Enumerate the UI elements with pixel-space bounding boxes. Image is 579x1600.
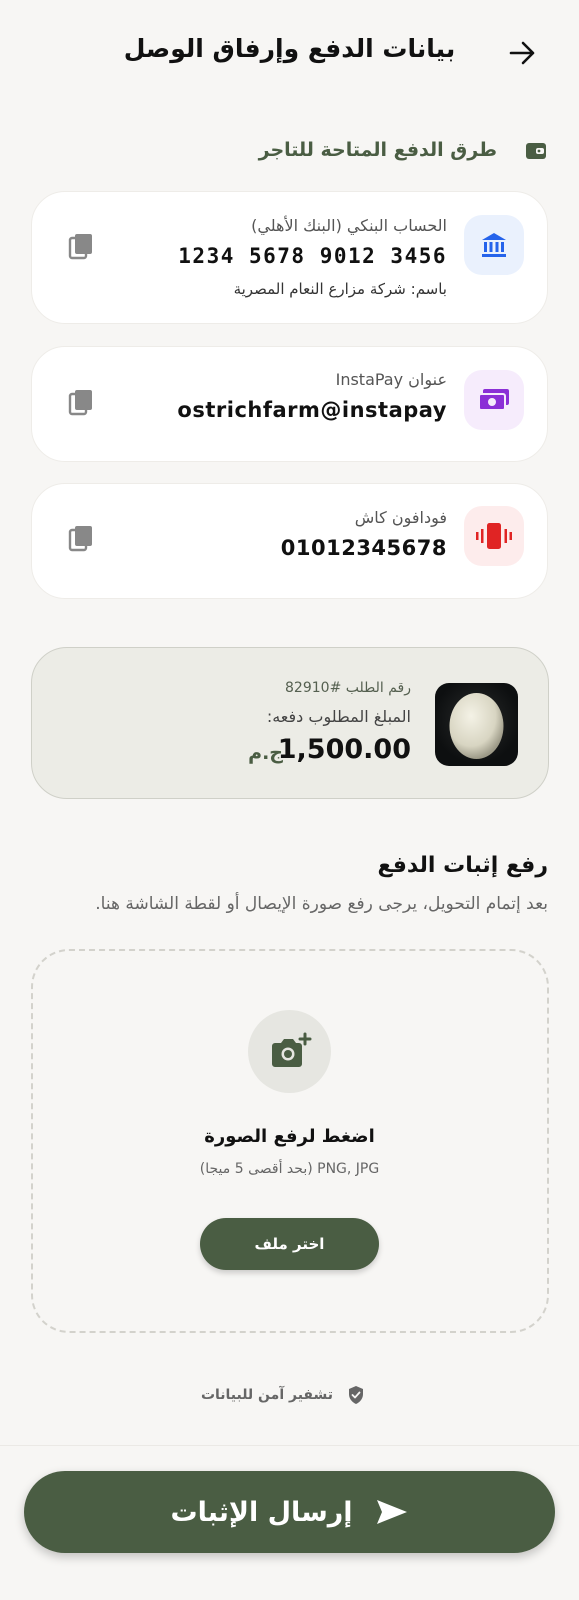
bank-icon (464, 215, 524, 275)
choose-file-button[interactable]: اختر ملف (200, 1218, 379, 1270)
amount-due-label: المبلغ المطلوب دفعه: (266, 707, 411, 726)
upload-subtitle: بعد إتمام التحويل، يرجى رفع صورة الإيصال… (95, 894, 548, 914)
bank-label: الحساب البنكي (البنك الأهلي) (251, 216, 447, 235)
page-title: بيانات الدفع وإرفاق الوصل (123, 34, 456, 63)
copy-icon[interactable] (68, 232, 96, 262)
amount-value: 1,500.00 (277, 734, 411, 765)
vodafone-label: فودافون كاش (354, 508, 447, 527)
bank-account-number: 1234 5678 9012 3456 (178, 244, 447, 268)
tap-to-upload-label: اضغط لرفع الصورة (204, 1126, 375, 1147)
secure-encryption-note: تشفير آمن للبيانات (200, 1387, 333, 1403)
copy-icon[interactable] (68, 524, 96, 554)
footer-divider (0, 1445, 579, 1446)
product-image (435, 683, 518, 766)
payment-methods-title: طرق الدفع المتاحة للتاجر (258, 139, 497, 161)
add-photo-icon[interactable] (248, 1010, 331, 1093)
currency-label: ج.م (248, 742, 283, 764)
upload-title: رفع إثبات الدفع (377, 853, 548, 878)
submit-proof-button[interactable]: إرسال الإثبات (24, 1471, 555, 1553)
wallet-icon (526, 143, 546, 159)
send-icon (376, 1500, 407, 1524)
back-arrow-icon[interactable] (505, 36, 539, 70)
instapay-address: ostrichfarm@instapay (177, 398, 447, 422)
shield-check-icon (349, 1386, 363, 1404)
vodafone-number: 01012345678 (280, 536, 447, 560)
order-number: رقم الطلب #82910 (285, 680, 411, 696)
copy-icon[interactable] (68, 388, 96, 418)
bank-account-holder: باسم: شركة مزارع النعام المصرية (233, 280, 447, 298)
submit-label: إرسال الإثبات (170, 1496, 353, 1528)
instapay-label: عنوان InstaPay (335, 370, 447, 389)
money-icon (464, 370, 524, 430)
phone-vibrate-icon (464, 506, 524, 566)
file-format-hint: PNG, JPG (بحد أقصى 5 ميجا) (199, 1161, 380, 1177)
